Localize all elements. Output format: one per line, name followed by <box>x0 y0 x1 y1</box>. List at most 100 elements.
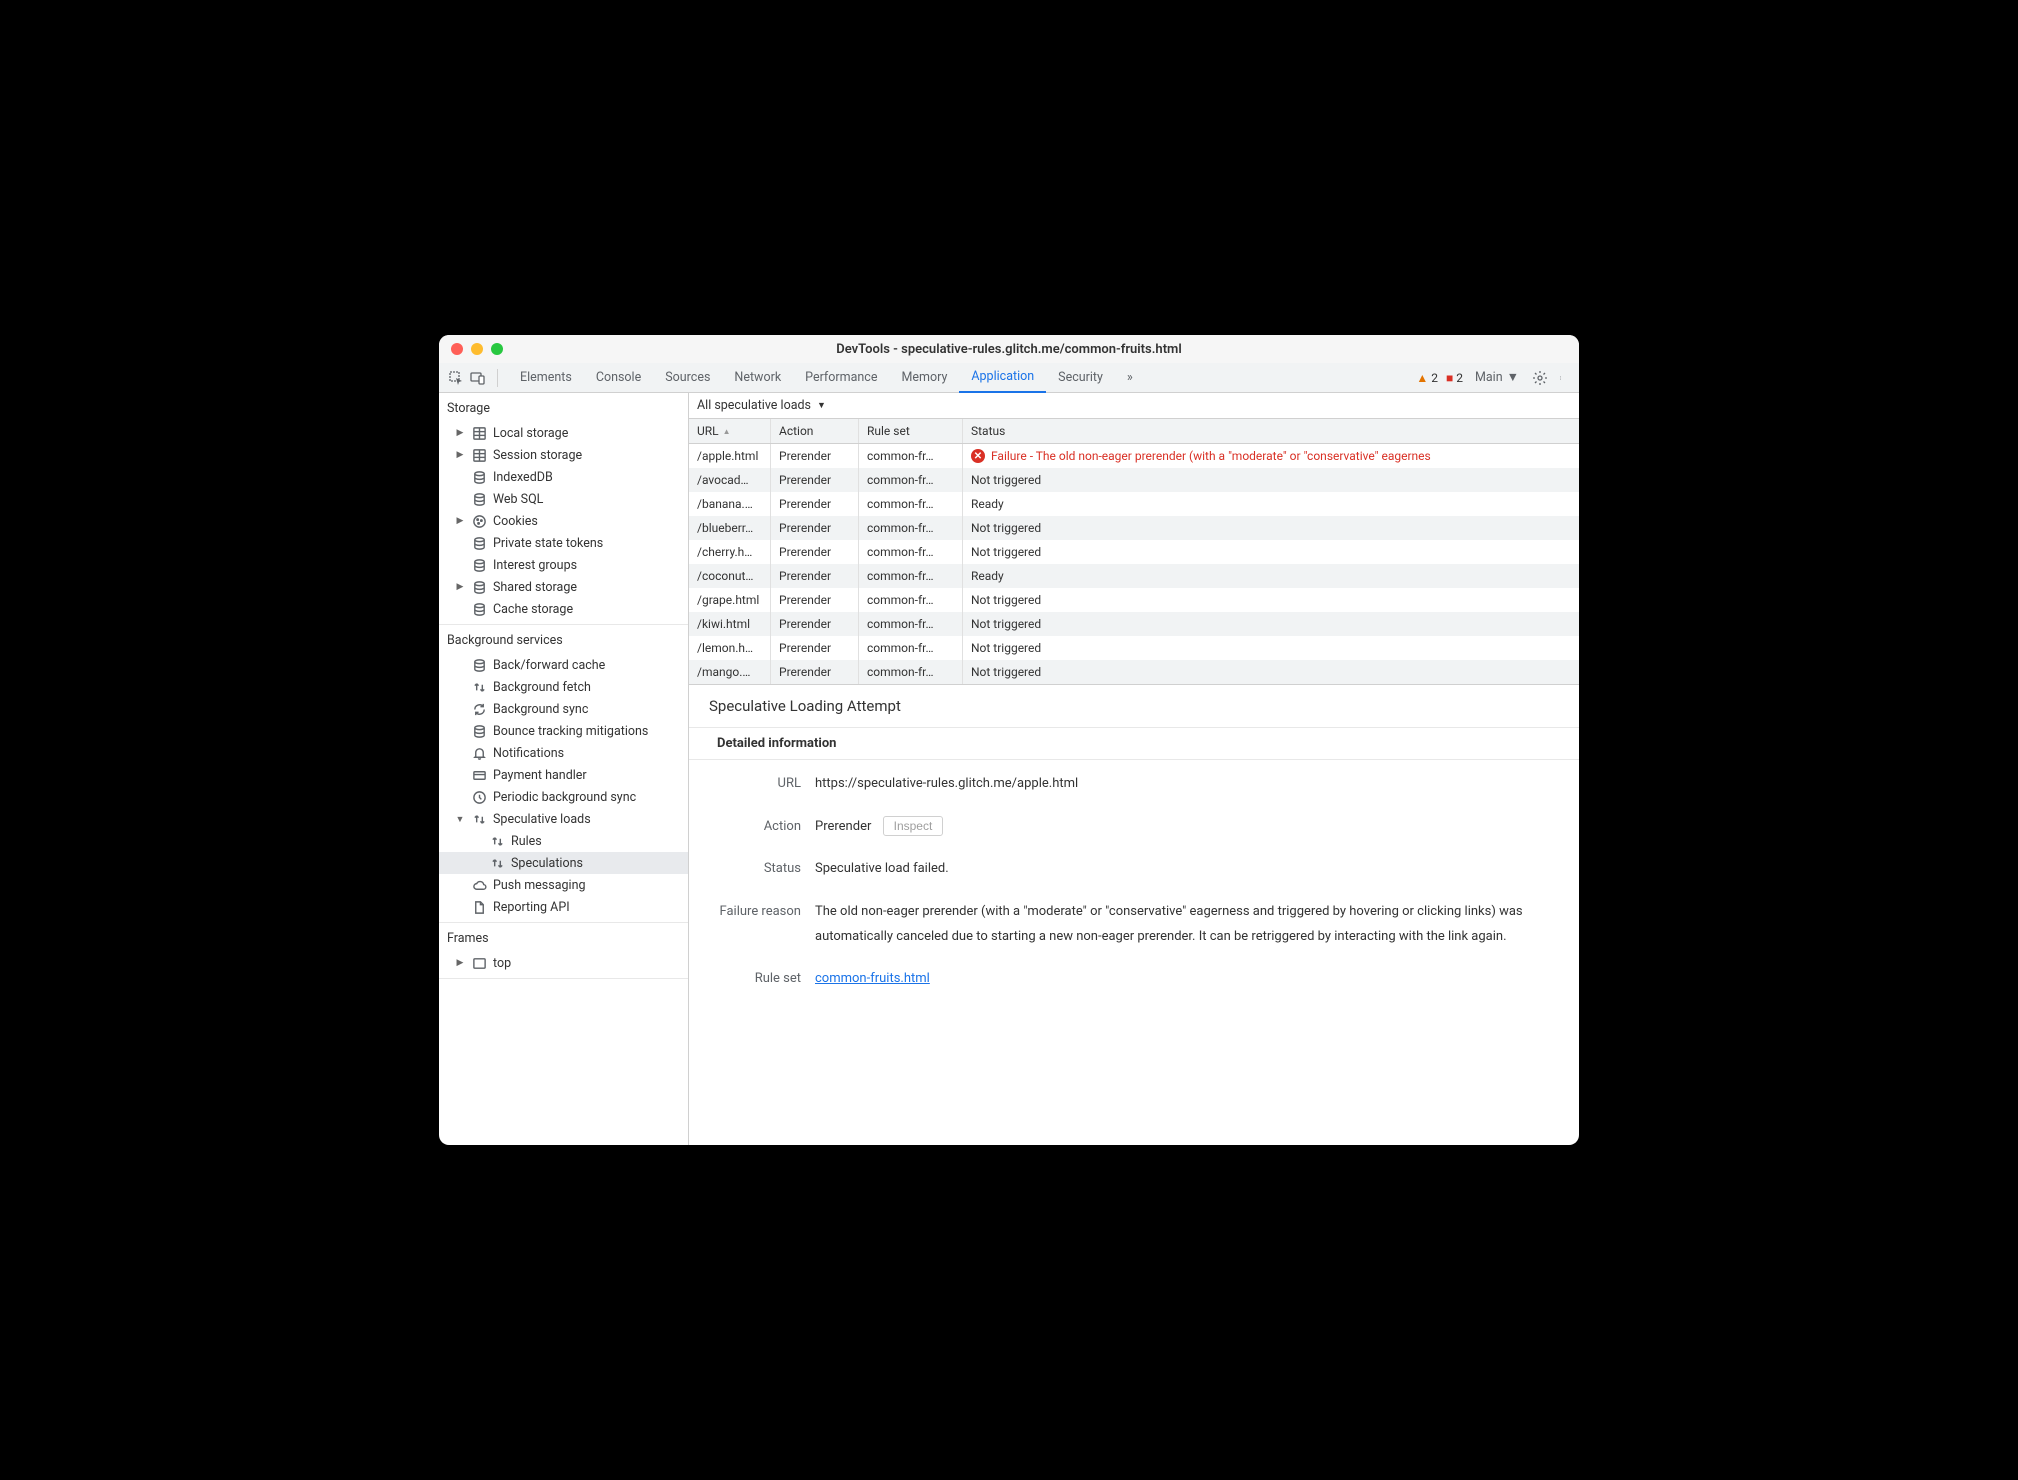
frame-selector[interactable]: Main ▼ <box>1475 370 1519 385</box>
warnings-square[interactable]: ■ 2 <box>1446 371 1463 385</box>
chevron-down-icon: ▼ <box>1507 370 1519 385</box>
sidebar-item-session-storage[interactable]: ▶Session storage <box>439 444 688 466</box>
td-status: Not triggered <box>963 516 1579 540</box>
warning-square-icon: ■ <box>1446 371 1453 385</box>
sidebar-item-shared-storage[interactable]: ▶ Shared storage <box>439 576 688 598</box>
chevron-right-icon: ▶ <box>455 582 465 592</box>
th-action[interactable]: Action <box>771 419 859 443</box>
chevron-down-icon: ▼ <box>455 814 465 825</box>
td-url: /coconut… <box>689 564 771 588</box>
td-action: Prerender <box>771 468 859 492</box>
th-status[interactable]: Status <box>963 419 1579 443</box>
sidebar-item-label: Speculative loads <box>493 812 591 827</box>
close-button[interactable] <box>451 343 463 355</box>
sidebar-item-bounce-tracking-mitigations[interactable]: Bounce tracking mitigations <box>439 720 688 742</box>
cloud-icon <box>471 877 487 893</box>
tab-memory[interactable]: Memory <box>889 363 959 392</box>
td-ruleset: common-fr… <box>859 492 963 516</box>
updown-icon <box>471 679 487 695</box>
sidebar-item-background-fetch[interactable]: Background fetch <box>439 676 688 698</box>
td-action: Prerender <box>771 564 859 588</box>
sidebar-item-speculative-loads[interactable]: ▼ Speculative loads <box>439 808 688 830</box>
td-action: Prerender <box>771 588 859 612</box>
sidebar-item-notifications[interactable]: Notifications <box>439 742 688 764</box>
table-row[interactable]: /coconut…Prerendercommon-fr…Ready <box>689 564 1579 588</box>
more-menu-icon[interactable] <box>1553 369 1571 387</box>
th-status-label: Status <box>971 424 1005 438</box>
sidebar-item-cookies[interactable]: ▶Cookies <box>439 510 688 532</box>
td-url: /mango.… <box>689 660 771 684</box>
tab-console[interactable]: Console <box>584 363 653 392</box>
sidebar-item-cache-storage[interactable]: Cache storage <box>439 598 688 620</box>
devtools-toolbar: ElementsConsoleSourcesNetworkPerformance… <box>439 363 1579 393</box>
td-status: Not triggered <box>963 612 1579 636</box>
td-ruleset: common-fr… <box>859 468 963 492</box>
ruleset-link[interactable]: common-fruits.html <box>815 971 930 986</box>
table-row[interactable]: /apple.htmlPrerendercommon-fr…✕Failure -… <box>689 444 1579 468</box>
table-row[interactable]: /kiwi.htmlPrerendercommon-fr…Not trigger… <box>689 612 1579 636</box>
db-icon <box>471 723 487 739</box>
th-ruleset[interactable]: Rule set <box>859 419 963 443</box>
sidebar-item-top[interactable]: ▶top <box>439 952 688 974</box>
sidebar-item-rules[interactable]: Rules <box>439 830 688 852</box>
sidebar-item-indexeddb[interactable]: IndexedDB <box>439 466 688 488</box>
table-row[interactable]: /banana.…Prerendercommon-fr…Ready <box>689 492 1579 516</box>
inspect-button[interactable]: Inspect <box>883 816 944 836</box>
file-icon <box>471 899 487 915</box>
td-ruleset: common-fr… <box>859 588 963 612</box>
settings-gear-icon[interactable] <box>1531 369 1549 387</box>
table-row[interactable]: /mango.…Prerendercommon-fr…Not triggered <box>689 660 1579 684</box>
sidebar-item-local-storage[interactable]: ▶Local storage <box>439 422 688 444</box>
device-toggle-icon[interactable] <box>469 369 487 387</box>
tabs-overflow[interactable]: » <box>1115 363 1145 392</box>
zoom-button[interactable] <box>491 343 503 355</box>
frame-selector-label: Main <box>1475 370 1503 385</box>
tab-security[interactable]: Security <box>1046 363 1115 392</box>
th-url[interactable]: URL ▲ <box>689 419 771 443</box>
warning-triangle-count: 2 <box>1431 371 1438 385</box>
sidebar-item-label: Session storage <box>493 448 582 463</box>
titlebar: DevTools - speculative-rules.glitch.me/c… <box>439 335 1579 363</box>
warning-triangle-icon: ▲ <box>1416 371 1428 385</box>
td-ruleset: common-fr… <box>859 612 963 636</box>
td-url: /cherry.h… <box>689 540 771 564</box>
sidebar-item-periodic-background-sync[interactable]: Periodic background sync <box>439 786 688 808</box>
sidebar-item-push-messaging[interactable]: Push messaging <box>439 874 688 896</box>
sidebar-item-label: Shared storage <box>493 580 577 595</box>
sidebar-item-label: Cache storage <box>493 602 573 617</box>
table-row[interactable]: /cherry.h…Prerendercommon-fr…Not trigger… <box>689 540 1579 564</box>
sidebar-item-label: Interest groups <box>493 558 577 573</box>
table-row[interactable]: /blueberr…Prerendercommon-fr…Not trigger… <box>689 516 1579 540</box>
minimize-button[interactable] <box>471 343 483 355</box>
sidebar-item-interest-groups[interactable]: Interest groups <box>439 554 688 576</box>
filter-label: All speculative loads <box>697 398 811 413</box>
sidebar-item-speculations[interactable]: Speculations <box>439 852 688 874</box>
warnings-triangle[interactable]: ▲ 2 <box>1416 371 1438 385</box>
updown-icon <box>471 811 487 827</box>
tab-performance[interactable]: Performance <box>793 363 889 392</box>
detail-url-label: URL <box>717 772 815 797</box>
sidebar-item-label: Speculations <box>511 856 583 871</box>
tab-application[interactable]: Application <box>959 362 1046 393</box>
filter-row[interactable]: All speculative loads ▼ <box>689 393 1579 418</box>
td-action: Prerender <box>771 660 859 684</box>
tab-sources[interactable]: Sources <box>653 363 722 392</box>
sidebar-item-background-sync[interactable]: Background sync <box>439 698 688 720</box>
sidebar-item-back-forward-cache[interactable]: Back/forward cache <box>439 654 688 676</box>
td-ruleset: common-fr… <box>859 564 963 588</box>
td-status: Not triggered <box>963 588 1579 612</box>
db-grid-icon <box>471 447 487 463</box>
inspect-element-icon[interactable] <box>447 369 465 387</box>
sidebar-item-web-sql[interactable]: Web SQL <box>439 488 688 510</box>
sidebar-item-reporting-api[interactable]: Reporting API <box>439 896 688 918</box>
td-ruleset: common-fr… <box>859 540 963 564</box>
sidebar-item-private-state-tokens[interactable]: Private state tokens <box>439 532 688 554</box>
table-row[interactable]: /lemon.h…Prerendercommon-fr…Not triggere… <box>689 636 1579 660</box>
db-icon <box>471 535 487 551</box>
tab-elements[interactable]: Elements <box>508 363 584 392</box>
table-row[interactable]: /avocad…Prerendercommon-fr…Not triggered <box>689 468 1579 492</box>
tab-network[interactable]: Network <box>722 363 793 392</box>
updown-icon <box>489 833 505 849</box>
table-row[interactable]: /grape.htmlPrerendercommon-fr…Not trigge… <box>689 588 1579 612</box>
sidebar-item-payment-handler[interactable]: Payment handler <box>439 764 688 786</box>
